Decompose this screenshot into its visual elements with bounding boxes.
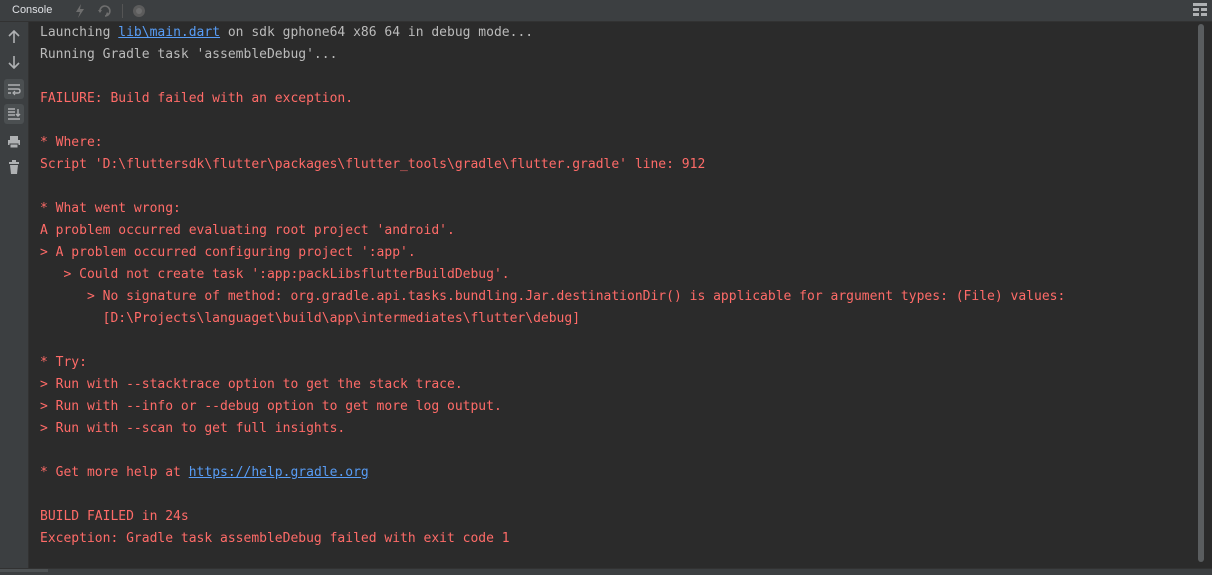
console-error-line: Exception: Gradle task assembleDebug fai… bbox=[40, 531, 510, 546]
console-error-line: > Run with --stacktrace option to get th… bbox=[40, 377, 463, 392]
scrollbar-thumb[interactable] bbox=[1198, 24, 1204, 562]
console-error-line: A problem occurred evaluating root proje… bbox=[40, 223, 455, 238]
arrow-down-icon[interactable] bbox=[4, 52, 24, 72]
console-error-line: Script 'D:\fluttersdk\flutter\packages\f… bbox=[40, 157, 706, 172]
tab-console[interactable]: Console bbox=[0, 0, 64, 21]
flutter-inspector-icon[interactable] bbox=[130, 2, 148, 20]
console-error-line: BUILD FAILED in 24s bbox=[40, 509, 189, 524]
tool-window-header: Console bbox=[0, 0, 1212, 22]
soft-wrap-icon[interactable] bbox=[4, 79, 24, 99]
console-error-line: > A problem occurred configuring project… bbox=[40, 245, 416, 260]
selected-tool-indicator bbox=[0, 569, 48, 572]
vertical-scrollbar[interactable] bbox=[1196, 22, 1208, 568]
console-line: Launching lib\main.dart on sdk gphone64 … bbox=[40, 25, 534, 40]
console-error-line: > Run with --scan to get full insights. bbox=[40, 421, 346, 436]
main-dart-link[interactable]: lib\main.dart bbox=[118, 25, 220, 40]
console-error-line: > Could not create task ':app:packLibsfl… bbox=[40, 267, 510, 282]
console-error-line: * What went wrong: bbox=[40, 201, 181, 216]
console-error-line: FAILURE: Build failed with an exception. bbox=[40, 91, 354, 106]
console-error-line: * Get more help at https://help.gradle.o… bbox=[40, 465, 369, 480]
print-icon[interactable] bbox=[4, 132, 24, 152]
console-error-line: * Where: bbox=[40, 135, 103, 150]
bottom-tool-strip bbox=[0, 568, 1212, 575]
arrow-up-icon[interactable] bbox=[4, 27, 24, 47]
toolbar-divider bbox=[122, 3, 124, 18]
gradle-help-link[interactable]: https://help.gradle.org bbox=[189, 465, 369, 480]
lightning-icon[interactable] bbox=[71, 2, 89, 20]
hot-restart-icon[interactable] bbox=[96, 2, 114, 20]
console-side-toolbar bbox=[0, 22, 29, 568]
console-error-line: [D:\Projects\languaget\build\app\interme… bbox=[40, 311, 581, 326]
run-tool-window: Console Launching lib\main.dart on sdk g… bbox=[0, 0, 1212, 575]
console-output[interactable]: Launching lib\main.dart on sdk gphone64 … bbox=[29, 22, 1195, 568]
trash-icon[interactable] bbox=[4, 157, 24, 177]
console-error-line: > No signature of method: org.gradle.api… bbox=[40, 289, 1066, 304]
layout-options-icon[interactable] bbox=[1192, 1, 1208, 21]
console-error-line: * Try: bbox=[40, 355, 87, 370]
scroll-to-end-icon[interactable] bbox=[4, 104, 24, 124]
console-line: Running Gradle task 'assembleDebug'... bbox=[40, 47, 338, 62]
console-error-line: > Run with --info or --debug option to g… bbox=[40, 399, 502, 414]
